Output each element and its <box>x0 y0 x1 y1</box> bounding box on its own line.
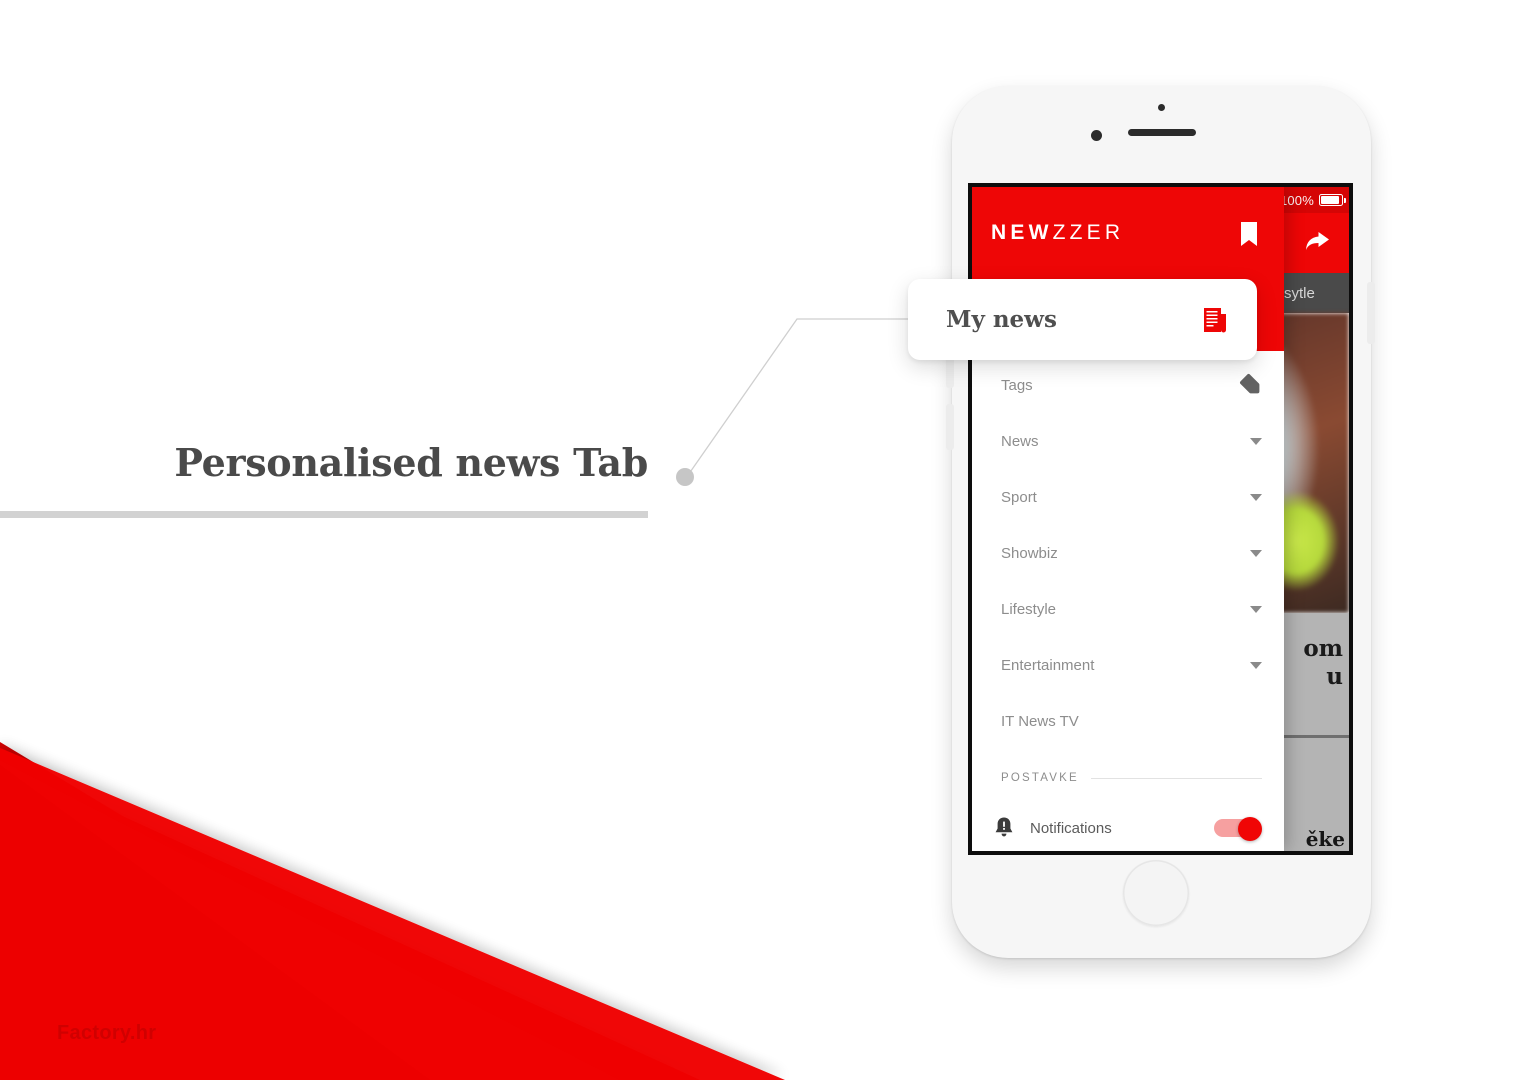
menu-item-news[interactable]: News <box>972 413 1284 469</box>
slide-canvas: Factory.hr Personalised news Tab 100% if… <box>0 0 1523 1080</box>
chevron-down-icon <box>1250 493 1262 501</box>
nav-tab-partial[interactable] <box>1339 285 1343 302</box>
menu-item-label: News <box>1001 432 1039 450</box>
callout-title: My news <box>946 306 1057 333</box>
caption-block: Personalised news Tab <box>0 440 648 518</box>
menu-item-lifestyle[interactable]: Lifestyle <box>972 581 1284 637</box>
menu-item-label: Tags <box>1001 376 1033 394</box>
tag-icon <box>1240 374 1260 394</box>
settings-section-rule <box>1090 777 1262 779</box>
menu-item-sport[interactable]: Sport <box>972 469 1284 525</box>
menu-item-label: IT News TV <box>1001 712 1079 730</box>
my-news-callout-card[interactable]: My news <box>908 279 1257 360</box>
toggle-thumb <box>1238 817 1262 841</box>
settings-section-label: POSTAVKE <box>1001 772 1079 784</box>
logo-light-part: ZZER <box>1052 221 1125 244</box>
notifications-toggle[interactable] <box>1214 817 1262 841</box>
menu-item-entertainment[interactable]: Entertainment <box>972 637 1284 693</box>
menu-item-label: Showbiz <box>1001 544 1058 562</box>
bookmark-icon <box>1241 222 1257 246</box>
notifications-setting-row[interactable]: Notifications <box>972 793 1284 849</box>
logo-bold-part: NEW <box>991 221 1053 244</box>
menu-item-showbiz[interactable]: Showbiz <box>972 525 1284 581</box>
battery-icon <box>1319 194 1347 206</box>
menu-item-it-news-tv[interactable]: IT News TV <box>972 693 1284 749</box>
article-snippet: ěke <box>1305 827 1345 851</box>
chevron-down-icon <box>1250 549 1262 557</box>
bell-alert-icon <box>995 817 1013 837</box>
power-button[interactable] <box>1367 282 1375 344</box>
proximity-sensor <box>1158 104 1165 111</box>
front-camera <box>1091 130 1102 141</box>
menu-item-label: Sport <box>1001 488 1037 506</box>
chevron-down-icon <box>1250 661 1262 669</box>
caption-underline-rule <box>0 510 648 518</box>
chevron-down-icon <box>1250 437 1262 445</box>
notifications-label: Notifications <box>1030 819 1112 837</box>
page-title: Personalised news Tab <box>174 440 648 485</box>
app-logo: NEWZZER <box>991 221 1124 245</box>
settings-section-header: POSTAVKE <box>972 749 1284 793</box>
menu-item-label: Entertainment <box>1001 656 1095 674</box>
menu-item-label: Lifestyle <box>1001 600 1057 618</box>
drawer-menu-list: Tags News Sport Showbiz Lifestyle Entert… <box>972 351 1284 851</box>
battery-percent-label: 100% <box>1279 192 1314 208</box>
earpiece-speaker <box>1128 129 1196 136</box>
volume-down-button[interactable] <box>946 404 954 450</box>
menu-item-tags[interactable]: Tags <box>972 357 1284 413</box>
callout-connector <box>676 318 940 486</box>
home-button[interactable] <box>1123 860 1189 926</box>
share-arrow-icon <box>1306 232 1329 250</box>
phone-mockup: 100% ifesytle om u ěke NEWZZER Tags News… <box>946 86 1375 964</box>
factory-watermark: Factory.hr <box>57 1022 157 1044</box>
chevron-down-icon <box>1250 605 1262 613</box>
bookmark-button[interactable] <box>1238 221 1260 247</box>
newspaper-icon <box>1204 307 1226 332</box>
share-button[interactable] <box>1289 213 1345 269</box>
